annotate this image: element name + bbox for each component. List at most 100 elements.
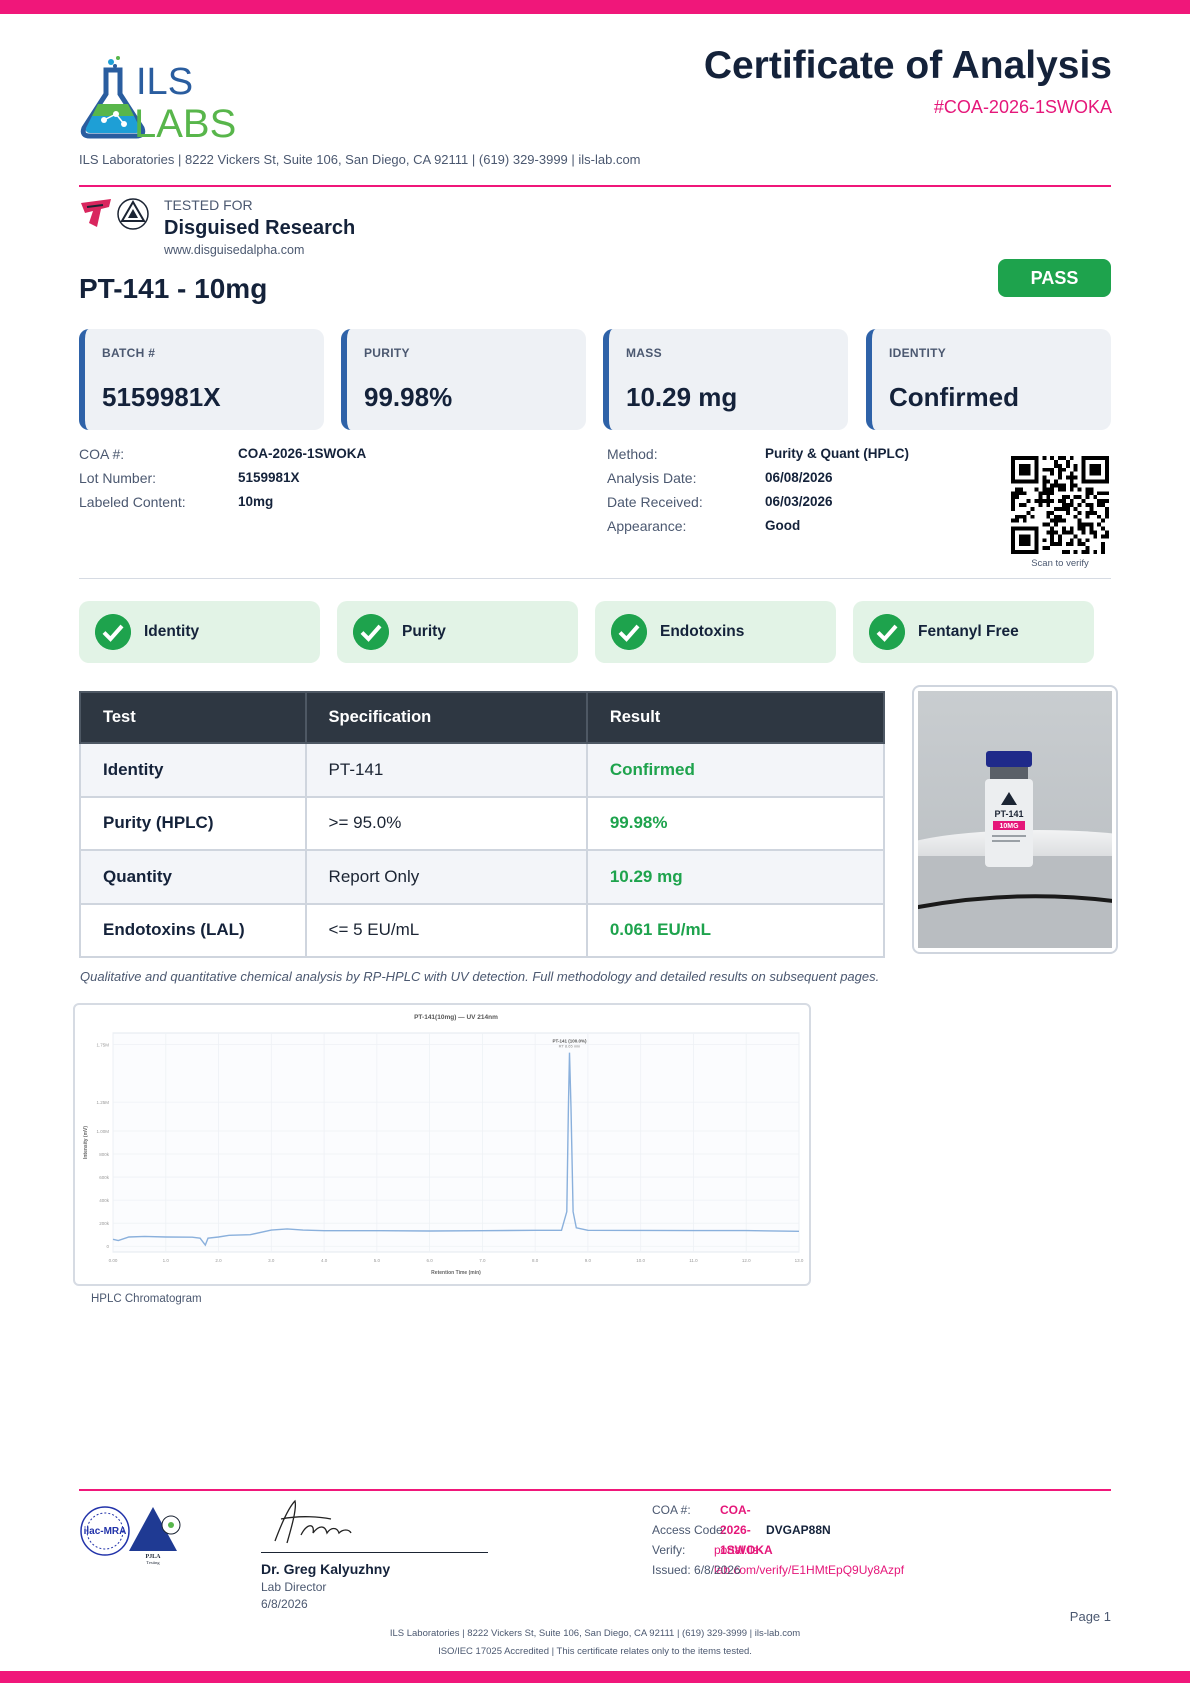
- card-label: PURITY: [364, 346, 410, 360]
- test-result: Confirmed: [585, 742, 886, 798]
- detail-value: 06/08/2026: [765, 470, 833, 485]
- scan-caption: Scan to verify: [1031, 558, 1089, 569]
- test-name: Purity (HPLC): [79, 795, 307, 851]
- client-logo-icon: [81, 199, 111, 227]
- detail-value: 10mg: [238, 494, 274, 509]
- alpha-triangle-icon: [117, 198, 149, 230]
- x-axis-label: Retention Time (min): [431, 1270, 481, 1276]
- test-spec: <= 5 EU/mL: [304, 902, 588, 958]
- detail-value: Purity & Quant (HPLC): [765, 446, 909, 461]
- y-tick-label: 1.00M: [96, 1129, 109, 1134]
- page-number: Page 1: [1069, 1609, 1111, 1624]
- card-purity: PURITY 99.98%: [341, 329, 586, 430]
- test-spec: Report Only: [304, 849, 588, 905]
- test-result: 10.29 mg: [585, 849, 886, 905]
- chart-title: PT-141(10mg) — UV 214nm: [414, 1014, 498, 1021]
- check-circle-icon: [611, 614, 647, 650]
- x-tick-label: 9.0: [585, 1258, 592, 1263]
- details-right-values: Purity & Quant (HPLC) 06/08/2026 06/03/2…: [765, 442, 909, 538]
- detail-value: 5159981X: [238, 470, 300, 485]
- access-code-label: Access Code:: [652, 1523, 727, 1537]
- detail-value: COA-2026-1SWOKA: [238, 446, 367, 461]
- x-tick-label: 10.0: [636, 1258, 645, 1263]
- coa-label: COA #:: [652, 1503, 691, 1517]
- svg-text:PT-141: PT-141: [994, 809, 1023, 819]
- card-value: 5159981X: [102, 382, 221, 412]
- verification-block: COA #: COA-2026-1SWOKA Access Code: DVGAP8…: [652, 1500, 904, 1580]
- table-row: Identity PT-141 Confirmed: [79, 742, 886, 798]
- bottom-accent-bar: [0, 1671, 1190, 1683]
- x-tick-label: 13.0: [795, 1258, 804, 1263]
- test-result: 99.98%: [585, 795, 886, 851]
- detail-value: 06/03/2026: [765, 494, 833, 509]
- x-tick-label: 5.0: [374, 1258, 381, 1263]
- y-tick-label: 800k: [99, 1152, 110, 1157]
- card-value: 99.98%: [364, 382, 453, 412]
- check-circle-icon: [353, 614, 389, 650]
- table-row: Quantity Report Only 10.29 mg: [79, 849, 886, 905]
- verify-label: Verify:: [652, 1543, 686, 1557]
- issued-date: Issued: 6/8/2026: [652, 1563, 741, 1577]
- sign-date: 6/8/2026: [261, 1597, 308, 1611]
- footer-address: ILS Laboratories | 8222 Vickers St, Suit…: [389, 1628, 801, 1639]
- x-tick-label: 3.0: [268, 1258, 275, 1263]
- x-tick-label: 0.00: [109, 1258, 118, 1263]
- x-tick-label: 8.0: [532, 1258, 539, 1263]
- svg-text:LABS: LABS: [134, 102, 236, 140]
- test-name: Identity: [79, 742, 307, 798]
- check-circle-icon: [869, 614, 905, 650]
- pjla-testing-seal-icon: PJLA Testing: [129, 1507, 181, 1565]
- qr-code-icon[interactable]: [1011, 456, 1109, 554]
- chromatogram-caption: HPLC Chromatogram: [91, 1293, 202, 1305]
- table-row: Endotoxins (LAL) <= 5 EU/mL 0.061 EU/mL: [79, 902, 886, 958]
- card-value: Confirmed: [889, 382, 1019, 412]
- x-tick-label: 1.0: [163, 1258, 170, 1263]
- product-name: PT-141 - 10mg: [79, 273, 268, 304]
- check-circle-icon: [95, 614, 131, 650]
- top-accent-bar: [0, 0, 1190, 14]
- y-tick-label: 0: [106, 1244, 109, 1249]
- test-result: 0.061 EU/mL: [585, 902, 886, 958]
- details-left-values: COA-2026-1SWOKA 5159981X 10mg: [238, 442, 366, 514]
- tested-for-label: TESTED FOR: [164, 197, 253, 213]
- ilac-mra-seal-icon: ilac-MRA: [80, 1506, 130, 1556]
- card-label: BATCH #: [102, 346, 156, 360]
- details-left: COA #: Lot Number: Labeled Content:: [79, 442, 186, 514]
- pass-badge: PASS: [998, 259, 1111, 297]
- product-photo: PT-141 10MG: [888, 691, 1188, 948]
- details-right: Method: Analysis Date: Date Received: Ap…: [607, 442, 703, 538]
- x-tick-label: 12.0: [742, 1258, 751, 1263]
- hplc-chromatogram: PT-141(10mg) — UV 214nm 0.00 1.0 2.0 3.0 4.0 5…: [83, 1014, 804, 1276]
- card-mass: MASS 10.29 mg: [603, 329, 848, 430]
- card-label: IDENTITY: [889, 346, 947, 360]
- footer-divider: [79, 1489, 1111, 1491]
- signer-role: Lab Director: [261, 1580, 327, 1594]
- x-tick-label: 6.0: [426, 1258, 433, 1263]
- client-url: www.disguisedalpha.com: [164, 243, 305, 257]
- client-name: Disguised Research: [164, 217, 356, 239]
- badge-fentanyl-free: Fentanyl Free: [853, 601, 1094, 663]
- coa-id: #COA-2026-1SWOKA: [933, 97, 1112, 117]
- footer-iso-note: ISO/IEC 17025 Accredited | This certific…: [438, 1646, 752, 1657]
- test-name: Quantity: [79, 849, 307, 905]
- y-tick-label: 600k: [99, 1175, 110, 1180]
- svg-text:10MG: 10MG: [999, 823, 1019, 830]
- signature: [274, 1499, 352, 1544]
- svg-text:ILS: ILS: [136, 61, 193, 103]
- detail-key: Date Received:: [607, 494, 703, 510]
- details-divider: [79, 578, 1111, 579]
- badge-identity: Identity: [79, 601, 320, 663]
- lab-address: ILS Laboratories | 8222 Vickers St, Suit…: [79, 152, 641, 167]
- badge-label: Fentanyl Free: [918, 623, 1019, 640]
- access-code-value: DVGAP88N: [766, 1523, 831, 1537]
- table-header-row: Test Specification Result: [79, 691, 886, 744]
- table-row: Purity (HPLC) >= 95.0% 99.98%: [79, 795, 886, 851]
- accreditation-seals: ilac-MRA PJLA Testing: [80, 1506, 181, 1565]
- x-tick-label: 2.0: [215, 1258, 222, 1263]
- verify-link[interactable]: portal.ils-lab.com/verify/E1HMtEpQ9Uy8Az…: [714, 1540, 904, 1580]
- y-tick-label: 200k: [99, 1221, 110, 1226]
- svg-text:ilac-MRA: ilac-MRA: [84, 1526, 127, 1537]
- detail-key: Method:: [607, 446, 658, 462]
- card-batch: BATCH # 5159981X: [79, 329, 324, 430]
- product-photo-frame: PT-141 10MG: [888, 685, 1188, 954]
